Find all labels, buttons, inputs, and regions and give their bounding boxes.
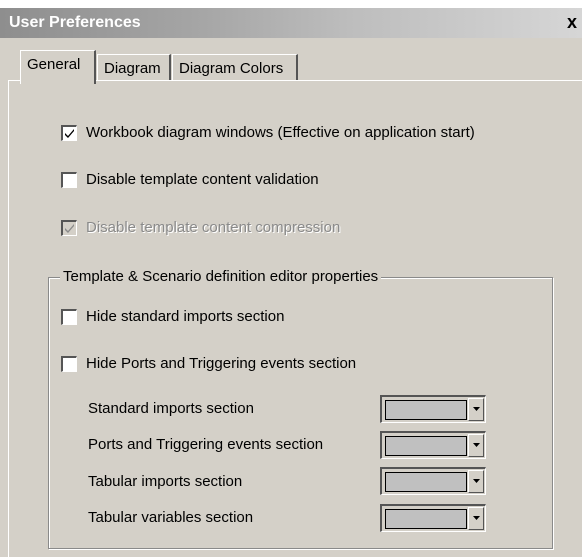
tab-label: Diagram Colors [179,60,284,77]
checkmark-icon [65,223,74,233]
option-label: Disable template content compression [86,219,341,236]
color-swatch [385,509,467,529]
tabular-imports-color-label: Tabular imports section [88,473,243,490]
chevron-down-icon [473,443,480,447]
ports-triggering-color-label: Ports and Triggering events section [88,436,324,453]
dropdown-button[interactable] [468,470,484,493]
hide-ports-triggering-checkbox[interactable] [61,355,77,372]
option-label: Hide Ports and Triggering events section [86,355,357,372]
dropdown-button[interactable] [468,434,484,457]
checkmark-icon [65,128,74,138]
hide-standard-imports-checkbox[interactable] [61,308,77,325]
disable-template-compression-option: Disable template content compression [61,219,340,236]
tabular-imports-color-picker[interactable] [380,467,486,495]
option-label: Hide standard imports section [86,308,285,325]
standard-imports-color-label: Standard imports section [88,400,254,417]
close-icon[interactable]: x [567,11,581,33]
tabular-variables-color-label: Tabular variables section [88,509,254,526]
option-label: Workbook diagram windows (Effective on a… [86,124,475,141]
chevron-down-icon [473,516,480,520]
workbook-diagram-windows-option[interactable]: Workbook diagram windows (Effective on a… [61,124,475,141]
disable-template-validation-checkbox[interactable] [61,171,77,188]
editor-properties-group-legend: Template & Scenario definition editor pr… [60,268,382,285]
workbook-diagram-windows-checkbox[interactable] [61,124,77,141]
tabular-variables-color-picker[interactable] [380,504,486,532]
tab-label: General [27,56,81,73]
window-title: User Preferences [9,14,141,31]
chevron-down-icon [473,407,480,411]
dropdown-button[interactable] [468,398,484,421]
color-swatch [385,400,467,420]
tab-general[interactable]: General [20,50,96,84]
color-swatch [385,436,467,456]
hide-ports-triggering-option[interactable]: Hide Ports and Triggering events section [61,355,356,372]
chevron-down-icon [473,479,480,483]
disable-template-validation-option[interactable]: Disable template content validation [61,171,319,188]
hide-standard-imports-option[interactable]: Hide standard imports section [61,308,284,325]
dropdown-button[interactable] [468,507,484,530]
disable-template-compression-checkbox [61,219,77,236]
ports-triggering-color-picker[interactable] [380,431,486,459]
standard-imports-color-picker[interactable] [380,395,486,423]
tab-label: Diagram [104,60,161,77]
color-swatch [385,472,467,492]
option-label: Disable template content validation [86,171,319,188]
title-bar[interactable]: User Preferences x [0,8,582,38]
